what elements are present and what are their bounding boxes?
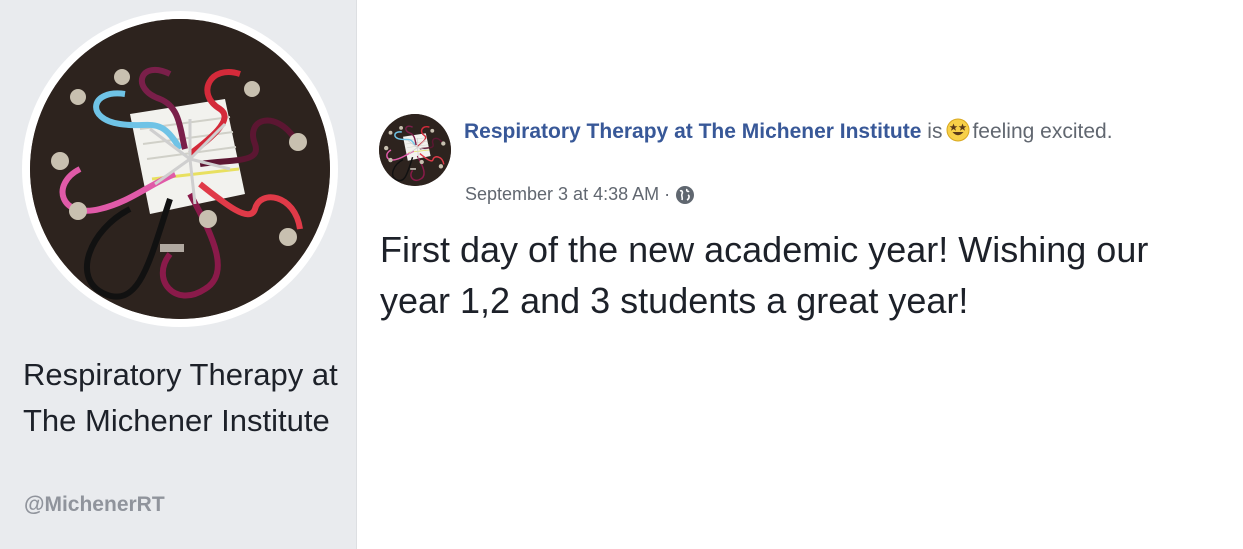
- meta-separator: ·: [664, 184, 671, 204]
- page-sidebar: Respiratory Therapy at The Michener Inst…: [0, 0, 357, 549]
- page-handle[interactable]: @MichenerRT: [24, 493, 165, 517]
- star-struck-emoji-icon: [946, 118, 970, 142]
- globe-icon[interactable]: [675, 185, 695, 205]
- post-author-avatar[interactable]: [379, 114, 451, 186]
- post-header: Respiratory Therapy at The Michener Inst…: [464, 116, 1164, 147]
- page-name[interactable]: Respiratory Therapy at The Michener Inst…: [23, 352, 343, 444]
- profile-picture-frame: [22, 11, 338, 327]
- post-timestamp[interactable]: September 3 at 4:38 AM: [465, 184, 659, 205]
- stethoscopes-photo: [30, 19, 330, 319]
- is-label: is: [927, 120, 943, 143]
- feeling-text[interactable]: feeling excited.: [972, 120, 1112, 143]
- profile-picture[interactable]: [30, 19, 330, 319]
- post-author-link[interactable]: Respiratory Therapy at The Michener Inst…: [464, 120, 921, 143]
- post-meta: September 3 at 4:38 AM ·: [465, 184, 695, 205]
- stethoscopes-thumbnail: [379, 114, 451, 186]
- post-message: First day of the new academic year! Wish…: [380, 229, 1149, 321]
